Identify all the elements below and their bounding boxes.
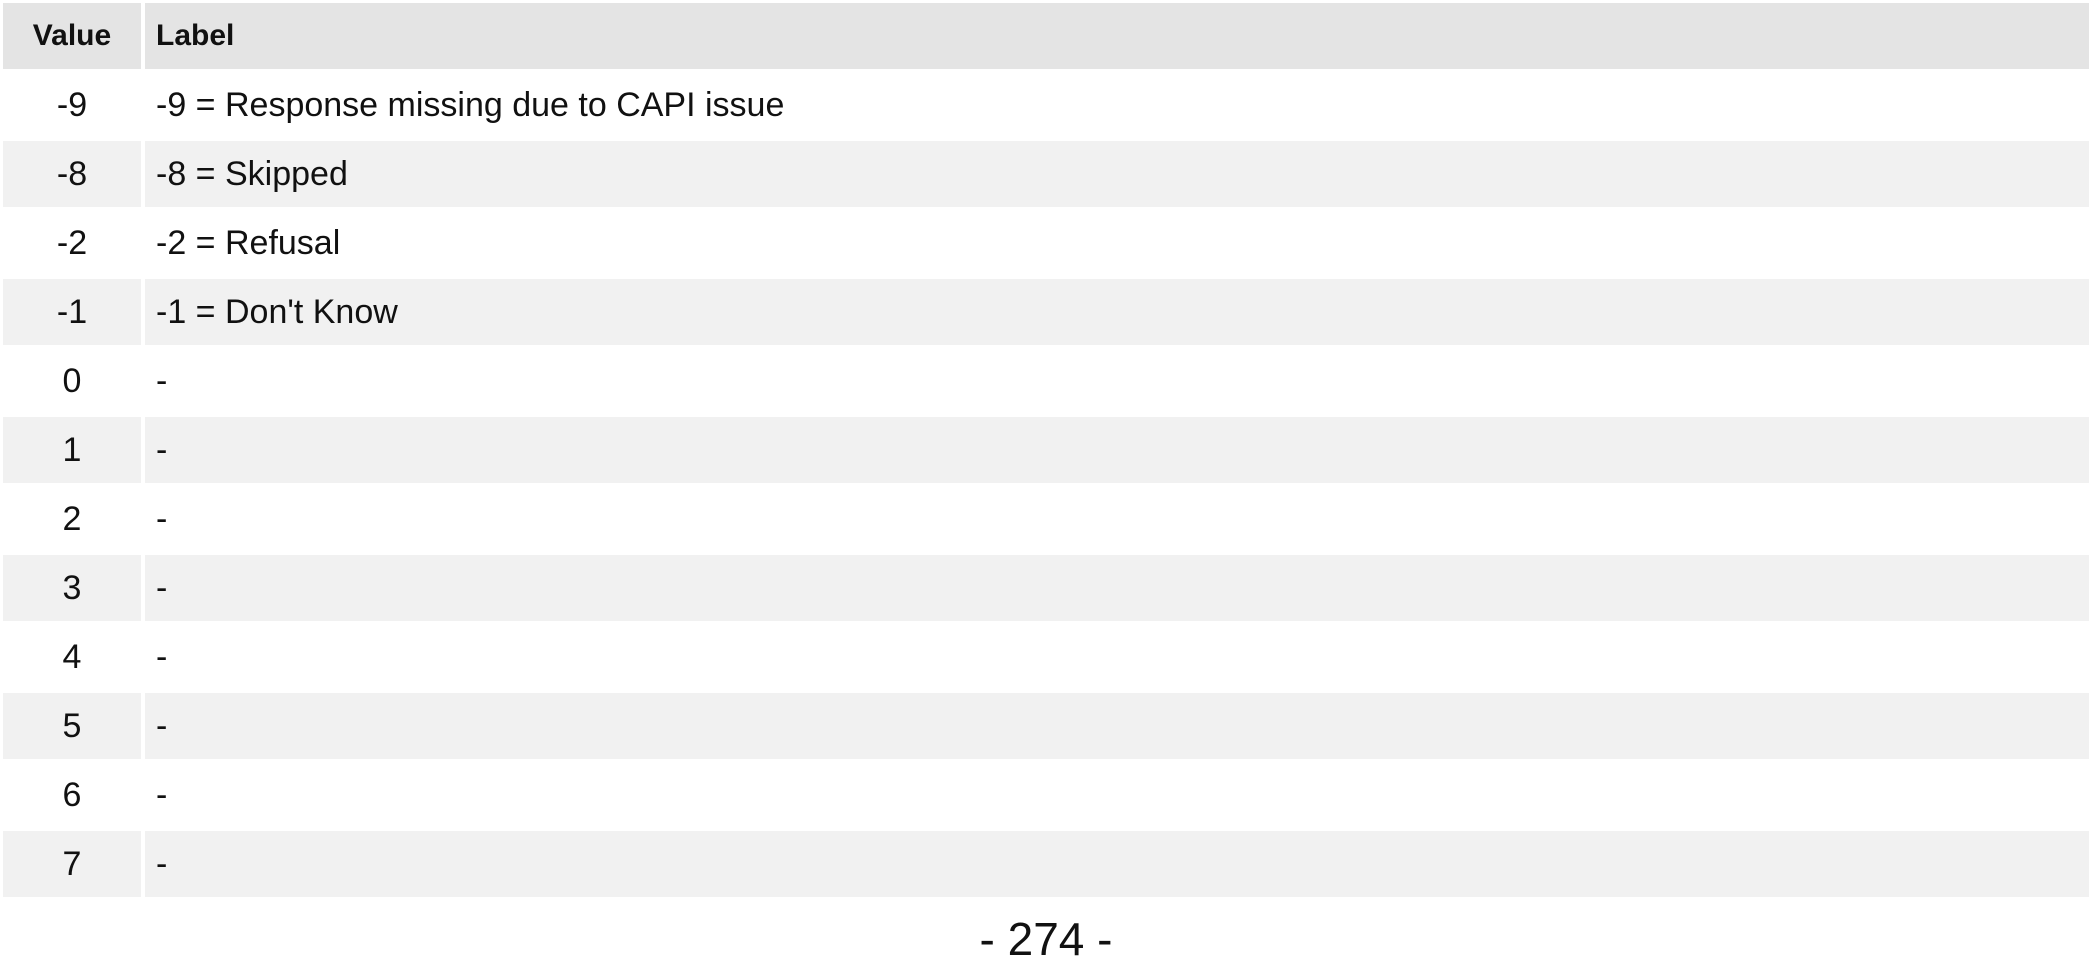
page-number: - 274 - [979,913,1113,965]
value-label-table: Value Label -9 -9 = Response missing due… [3,3,2089,897]
row-value: -9 [3,69,145,138]
row-value: -8 [3,138,145,207]
row-value: 6 [3,759,145,828]
row-value: 1 [3,414,145,483]
row-label: -1 = Don't Know [145,276,2089,345]
table-row: -9 -9 = Response missing due to CAPI iss… [3,69,2089,138]
row-label: - [145,690,2089,759]
row-label: - [145,759,2089,828]
table-row: 6 - [3,759,2089,828]
row-value: 3 [3,552,145,621]
table-row: 4 - [3,621,2089,690]
table-row: 0 - [3,345,2089,414]
row-value: 4 [3,621,145,690]
value-column-header: Value [3,3,145,69]
row-label: - [145,552,2089,621]
table-row: 7 - [3,828,2089,897]
table-row: 2 - [3,483,2089,552]
row-label: - [145,621,2089,690]
table-row: 5 - [3,690,2089,759]
table-header-row: Value Label [3,3,2089,69]
row-label: -2 = Refusal [145,207,2089,276]
row-value: 2 [3,483,145,552]
row-value: 0 [3,345,145,414]
row-value: 5 [3,690,145,759]
table-row: 3 - [3,552,2089,621]
row-value: 7 [3,828,145,897]
row-label: -8 = Skipped [145,138,2089,207]
table-row: -1 -1 = Don't Know [3,276,2089,345]
row-label: - [145,345,2089,414]
table-row: -8 -8 = Skipped [3,138,2089,207]
row-label: - [145,828,2089,897]
row-label: - [145,414,2089,483]
label-column-header: Label [145,3,2089,69]
row-label: - [145,483,2089,552]
row-label: -9 = Response missing due to CAPI issue [145,69,2089,138]
row-value: -1 [3,276,145,345]
table-row: -2 -2 = Refusal [3,207,2089,276]
table-row: 1 - [3,414,2089,483]
row-value: -2 [3,207,145,276]
